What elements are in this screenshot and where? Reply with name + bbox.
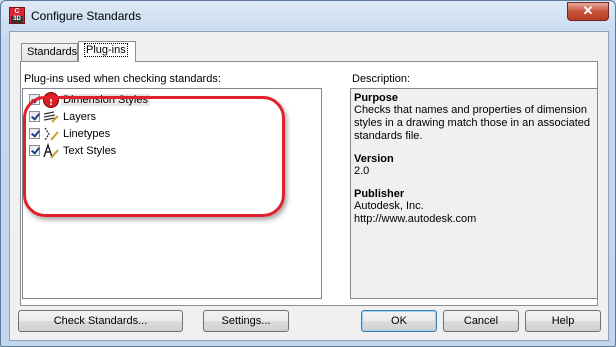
ok-button[interactable]: OK [361, 310, 437, 332]
configure-standards-window: C 3D Configure Standards ✕ Standards Plu… [0, 0, 616, 347]
help-button[interactable]: Help [525, 310, 601, 332]
cancel-button[interactable]: Cancel [443, 310, 519, 332]
version-heading: Version [354, 153, 394, 165]
purpose-text: Checks that names and properties of dime… [354, 104, 591, 142]
publisher-url: http://www.autodesk.com [354, 213, 477, 225]
close-icon: ✕ [582, 3, 594, 18]
highlight-annotation [23, 96, 285, 217]
title-bar[interactable]: C 3D Configure Standards ✕ [1, 1, 615, 31]
plugins-list-label: Plug-ins used when checking standards: [24, 73, 221, 85]
app-icon-badge: 3D [11, 16, 23, 23]
tab-plug-ins-label: Plug-ins [84, 43, 128, 57]
publisher-name: Autodesk, Inc. [354, 200, 424, 212]
tab-standards-label: Standards [27, 46, 78, 58]
app-icon-letter: C [14, 8, 20, 15]
description-panel: Purpose Checks that names and properties… [350, 88, 598, 299]
description-label: Description: [352, 73, 411, 85]
tab-plug-ins[interactable]: Plug-ins [78, 41, 136, 62]
purpose-heading: Purpose [354, 92, 399, 104]
publisher-heading: Publisher [354, 188, 405, 200]
window-title: Configure Standards [31, 9, 142, 23]
dialog-client-area: Standards Plug-ins Plug-ins used when ch… [9, 31, 609, 341]
close-button[interactable]: ✕ [567, 2, 609, 21]
settings-button[interactable]: Settings... [203, 310, 289, 332]
app-icon: C 3D [9, 7, 25, 24]
tab-standards[interactable]: Standards [21, 43, 78, 61]
version-text: 2.0 [354, 165, 370, 177]
check-standards-button[interactable]: Check Standards... [18, 310, 183, 332]
